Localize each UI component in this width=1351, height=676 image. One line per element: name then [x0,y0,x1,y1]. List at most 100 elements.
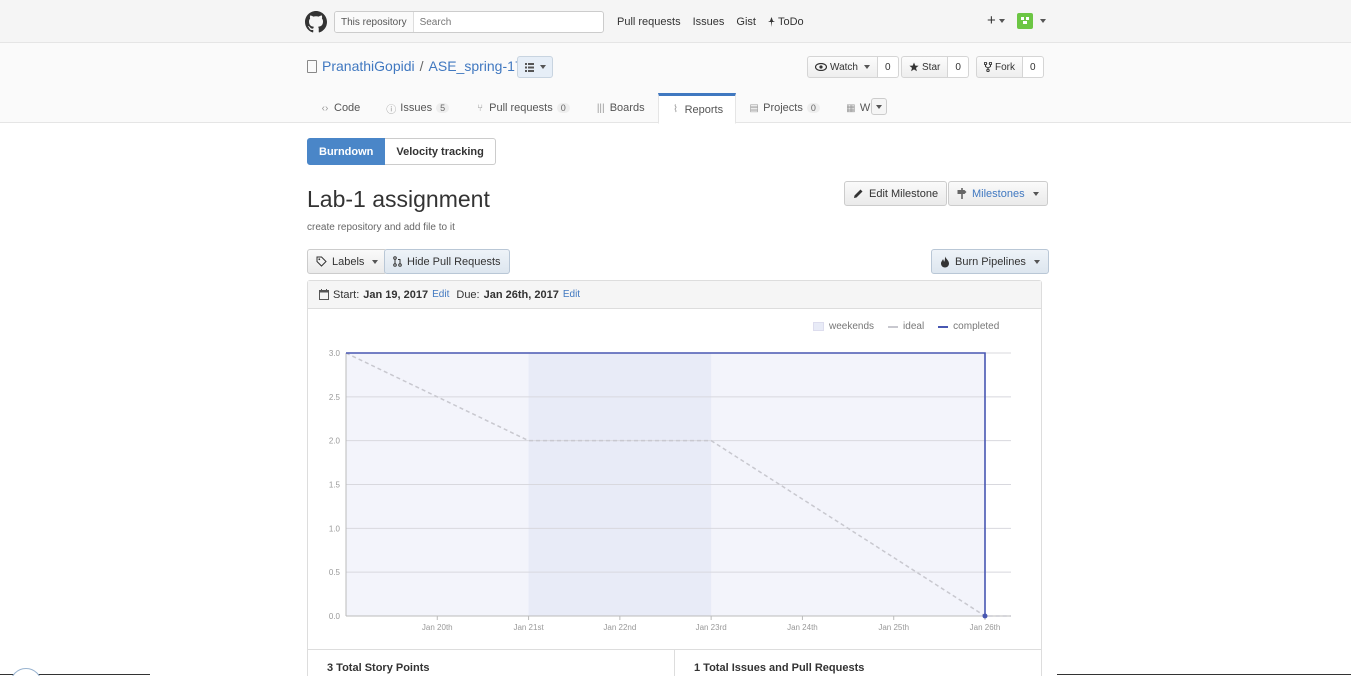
y-tick-label: 0.5 [329,568,341,577]
milestones-dropdown[interactable]: Milestones [948,181,1048,206]
search-input[interactable] [413,12,603,32]
repo-nav: ‹› Code ⓘ Issues 5 ⑂ Pull requests 0 |||… [307,93,894,124]
x-tick-label: Jan 23rd [696,623,727,632]
due-label: Due: [456,288,480,301]
hide-prs-label: Hide Pull Requests [407,255,501,268]
tag-icon [316,256,327,267]
x-tick-label: Jan 25th [878,623,909,632]
y-tick-label: 2.0 [329,437,341,446]
due-date: Jan 26th, 2017 [483,288,559,301]
nav-gist[interactable]: Gist [736,16,756,28]
x-tick-label: Jan 20th [422,623,453,632]
tab-code[interactable]: ‹› Code [307,93,373,123]
report-type-toggle: Burndown Velocity tracking [307,138,496,165]
tab-label: Pull requests [489,102,553,114]
zenhub-menu-button[interactable] [517,56,553,78]
user-menu[interactable] [1017,13,1046,29]
x-tick-label: Jan 26th [970,623,1001,632]
pencil-icon [854,189,863,198]
chevron-down-icon [1040,19,1046,23]
burn-pipelines-dropdown[interactable]: Burn Pipelines [931,249,1049,274]
repo-owner-link[interactable]: PranathiGopidi [322,58,415,74]
pr-icon [393,256,402,267]
chevron-down-icon [1033,259,1040,264]
nav-pull-requests[interactable]: Pull requests [617,16,681,28]
wiki-icon: ▦ [846,102,856,114]
legend-label: completed [953,321,1000,332]
issues-counter: 5 [436,103,450,113]
tab-projects[interactable]: ▤ Projects 0 [736,93,833,123]
github-logo-icon[interactable] [305,11,327,33]
watch-button[interactable]: Watch [807,56,878,78]
star-group: Star 0 [901,56,969,78]
tab-label: Issues [400,102,433,114]
chevron-down-icon [998,18,1005,23]
top-nav: Pull requests Issues Gist ToDo [617,16,804,28]
plus-icon: + [987,12,996,29]
star-button[interactable]: Star [901,56,949,78]
y-tick-label: 0.0 [329,612,341,621]
fork-button[interactable]: Fork [976,56,1023,78]
list-icon [524,62,534,72]
milestone-description: create repository and add file to it [307,222,455,233]
weekend-swatch [813,322,824,331]
fork-icon [984,62,992,72]
flame-icon [941,256,949,267]
top-header: This repository Pull requests Issues Gis… [0,0,1351,43]
nav-issues[interactable]: Issues [693,16,725,28]
legend-completed[interactable]: completed [938,321,999,332]
tab-boards[interactable]: ||| Boards [583,93,658,123]
legend-weekends[interactable]: weekends [813,321,874,332]
search-box: This repository [334,11,604,33]
chevron-down-icon [539,65,546,69]
hide-pull-requests-button[interactable]: Hide Pull Requests [384,249,510,274]
ideal-swatch [888,325,899,328]
legend-ideal[interactable]: ideal [888,321,924,332]
y-tick-label: 3.0 [329,349,341,358]
edit-milestone-button[interactable]: Edit Milestone [844,181,948,206]
tab-pull-requests[interactable]: ⑂ Pull requests 0 [462,93,583,123]
chevron-down-icon [863,65,870,69]
calendar-icon [319,289,329,300]
y-tick-label: 1.0 [329,524,341,533]
edit-due-link[interactable]: Edit [563,289,580,300]
fork-count[interactable]: 0 [1023,56,1044,78]
boards-icon: ||| [596,102,605,114]
burndown-tab[interactable]: Burndown [307,138,386,165]
x-tick-label: Jan 22nd [603,623,636,632]
total-story-points: 3 Total Story Points [327,662,430,674]
chevron-down-icon [1032,191,1039,196]
tab-label: Boards [609,102,645,114]
projects-counter: 0 [806,103,820,113]
chart-legend: weekends ideal completed [813,321,999,332]
edit-start-link[interactable]: Edit [432,289,449,300]
watch-group: Watch 0 [807,56,899,78]
nav-todo[interactable]: ToDo [767,16,804,28]
todo-pin-icon [767,17,775,27]
milestones-label: Milestones [972,187,1025,200]
zenhub-launcher-button[interactable] [10,668,42,676]
pr-counter: 0 [556,103,570,113]
more-tabs-button[interactable] [871,98,887,115]
labels-label: Labels [332,255,365,268]
create-new-button[interactable]: + [987,12,1005,29]
legend-label: ideal [903,321,925,332]
search-scope: This repository [335,12,414,32]
tab-issues[interactable]: ⓘ Issues 5 [373,93,462,123]
watch-count[interactable]: 0 [877,56,899,78]
chevron-down-icon [876,104,882,109]
y-tick-label: 2.5 [329,393,341,402]
velocity-tracking-tab[interactable]: Velocity tracking [385,138,496,165]
repo-title: PranathiGopidi / ASE_spring-17 [307,58,523,74]
repo-name-link[interactable]: ASE_spring-17 [429,58,523,74]
star-count[interactable]: 0 [948,56,969,78]
nav-todo-label: ToDo [777,16,804,28]
tab-label: Code [334,102,361,114]
labels-dropdown[interactable]: Labels [307,249,388,274]
fork-label: Fork [995,61,1015,73]
tab-reports[interactable]: ⌇ Reports [657,93,737,124]
stats-row: 3 Total Story Points 1 Total Issues and … [308,649,1041,676]
identicon-icon [1021,17,1029,24]
burndown-chart: 0.0 0.5 1.0 1.5 2.0 2.5 3.0 Jan 20th Jan 21st Jan… [329,349,1011,632]
burndown-panel: Start: Jan 19, 2017 Edit Due: Jan 26th, … [307,280,1042,676]
